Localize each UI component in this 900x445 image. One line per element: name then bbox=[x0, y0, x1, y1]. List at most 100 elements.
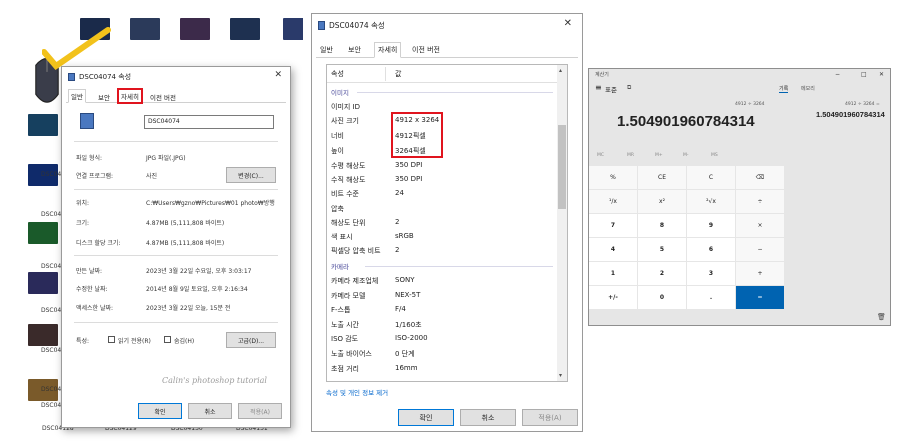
ok-button[interactable]: 확인 bbox=[138, 403, 182, 419]
tab-previous-versions[interactable]: 이전 버전 bbox=[412, 45, 440, 55]
history-result[interactable]: 1.504901960784314 bbox=[816, 110, 885, 119]
digit-8-key[interactable]: 8 bbox=[638, 214, 686, 237]
close-icon[interactable]: ✕ bbox=[564, 18, 572, 29]
tab-memory[interactable]: 메모리 bbox=[801, 85, 815, 92]
negate-key[interactable]: +/- bbox=[589, 286, 637, 309]
clear-entry-key[interactable]: CE bbox=[638, 166, 686, 189]
clear-key[interactable]: C bbox=[687, 166, 735, 189]
property-label: 사진 크기 bbox=[331, 117, 359, 125]
close-icon[interactable]: ✕ bbox=[274, 70, 282, 80]
tab-details[interactable]: 자세히 bbox=[374, 42, 402, 58]
property-value: 2 bbox=[395, 218, 400, 226]
dialog-titlebar: DSC04074 속성 bbox=[68, 72, 131, 82]
remove-properties-link[interactable]: 속성 및 개인 정보 제거 bbox=[326, 387, 388, 397]
square-key[interactable]: x² bbox=[638, 190, 686, 213]
file-label: DSC04 bbox=[41, 386, 62, 393]
digit-7-key[interactable]: 7 bbox=[589, 214, 637, 237]
file-label: DSC04 bbox=[41, 307, 62, 314]
digit-5-key[interactable]: 5 bbox=[638, 238, 686, 261]
property-value: F/4 bbox=[395, 305, 406, 313]
digit-3-key[interactable]: 3 bbox=[687, 262, 735, 285]
cancel-button[interactable]: 취소 bbox=[460, 409, 516, 426]
column-header-property[interactable]: 속성 bbox=[331, 69, 344, 79]
field-value: 4.87MB (5,111,808 바이트) bbox=[146, 220, 225, 227]
memory-add-button[interactable]: M+ bbox=[655, 153, 663, 158]
thumbnail[interactable] bbox=[130, 18, 160, 40]
memory-recall-button[interactable]: MR bbox=[627, 153, 634, 158]
property-value: ISO-2000 bbox=[395, 334, 428, 342]
property-label: 노출 바이어스 bbox=[331, 350, 372, 358]
tab-security[interactable]: 보안 bbox=[348, 45, 361, 55]
minimize-icon[interactable]: − bbox=[835, 71, 840, 78]
digit-4-key[interactable]: 4 bbox=[589, 238, 637, 261]
scroll-up-icon[interactable]: ▴ bbox=[559, 67, 562, 74]
reciprocal-key[interactable]: ¹/x bbox=[589, 190, 637, 213]
scrollbar-thumb[interactable] bbox=[558, 125, 566, 209]
memory-subtract-button[interactable]: M- bbox=[683, 153, 689, 158]
property-value: 350 DPI bbox=[395, 175, 423, 183]
details-property-list[interactable]: 속성 값 이미지 이미지 ID 사진 크기 4912 x 3264 너비 491… bbox=[326, 64, 568, 382]
digit-0-key[interactable]: 0 bbox=[638, 286, 686, 309]
tab-general[interactable]: 일반 bbox=[68, 89, 86, 103]
group-divider bbox=[365, 266, 553, 267]
field-label: 위치: bbox=[76, 200, 90, 207]
apply-button[interactable]: 적용(A) bbox=[238, 403, 282, 419]
digit-2-key[interactable]: 2 bbox=[638, 262, 686, 285]
cancel-button[interactable]: 취소 bbox=[188, 403, 232, 419]
field-label: 크기: bbox=[76, 220, 90, 227]
minus-key[interactable]: − bbox=[736, 238, 784, 261]
thumbnail[interactable] bbox=[180, 18, 210, 40]
tab-history[interactable]: 기록 bbox=[779, 85, 789, 93]
backspace-key[interactable]: ⌫ bbox=[736, 166, 784, 189]
tab-general[interactable]: 일반 bbox=[320, 45, 333, 55]
hidden-label: 숨김(H) bbox=[174, 338, 195, 345]
decimal-key[interactable]: . bbox=[687, 286, 735, 309]
thumbnail[interactable] bbox=[28, 272, 58, 294]
history-expression[interactable]: 4912 ÷ 3264 = bbox=[845, 102, 880, 107]
property-value: SONY bbox=[395, 276, 415, 284]
thumbnail[interactable] bbox=[283, 18, 303, 40]
advanced-button[interactable]: 고급(D)... bbox=[226, 332, 276, 348]
field-value: JPG 파일(.JPG) bbox=[146, 155, 186, 162]
memory-clear-button[interactable]: MC bbox=[597, 153, 604, 158]
change-button[interactable]: 변경(C)... bbox=[226, 167, 276, 183]
percent-key[interactable]: % bbox=[589, 166, 637, 189]
menu-icon[interactable]: ≡ bbox=[595, 83, 602, 92]
readonly-checkbox[interactable] bbox=[108, 336, 115, 343]
thumbnail[interactable] bbox=[230, 18, 260, 40]
attributes-label: 특성: bbox=[76, 338, 90, 345]
plus-key[interactable]: + bbox=[736, 262, 784, 285]
digit-1-key[interactable]: 1 bbox=[589, 262, 637, 285]
thumbnail[interactable] bbox=[28, 222, 58, 244]
apply-button[interactable]: 적용(A) bbox=[522, 409, 578, 426]
tab-details[interactable]: 자세히 bbox=[117, 88, 143, 104]
divider bbox=[74, 255, 278, 256]
digit-9-key[interactable]: 9 bbox=[687, 214, 735, 237]
tab-previous-versions[interactable]: 이전 버전 bbox=[148, 91, 178, 103]
field-value: 2023년 3월 22일 오늘, 15분 전 bbox=[146, 305, 231, 312]
column-header-value[interactable]: 값 bbox=[395, 69, 401, 79]
sqrt-key[interactable]: ²√x bbox=[687, 190, 735, 213]
file-label: DSC04 bbox=[41, 211, 62, 218]
field-label: 디스크 할당 크기: bbox=[76, 240, 121, 247]
file-label: DSC04 bbox=[41, 171, 62, 178]
multiply-key[interactable]: × bbox=[736, 214, 784, 237]
thumbnail[interactable] bbox=[28, 114, 58, 136]
vertical-scrollbar[interactable]: ▴ ▾ bbox=[557, 65, 567, 381]
digit-6-key[interactable]: 6 bbox=[687, 238, 735, 261]
filename-input[interactable]: DSC04074 bbox=[144, 115, 274, 129]
hidden-checkbox[interactable] bbox=[164, 336, 171, 343]
tab-security[interactable]: 보안 bbox=[96, 91, 112, 103]
close-icon[interactable]: ✕ bbox=[879, 71, 884, 78]
file-label: DSC04 bbox=[41, 347, 62, 354]
divide-key[interactable]: ÷ bbox=[736, 190, 784, 213]
ok-button[interactable]: 확인 bbox=[398, 409, 454, 426]
thumbnail[interactable] bbox=[28, 324, 58, 346]
column-divider bbox=[385, 67, 386, 81]
equals-key[interactable]: = bbox=[736, 286, 784, 309]
memory-store-button[interactable]: MS bbox=[711, 153, 718, 158]
maximize-icon[interactable]: □ bbox=[861, 71, 867, 78]
trash-icon[interactable]: 🗑 bbox=[877, 313, 886, 321]
keep-on-top-icon[interactable]: ⧉ bbox=[627, 84, 631, 92]
scroll-down-icon[interactable]: ▾ bbox=[559, 372, 562, 379]
